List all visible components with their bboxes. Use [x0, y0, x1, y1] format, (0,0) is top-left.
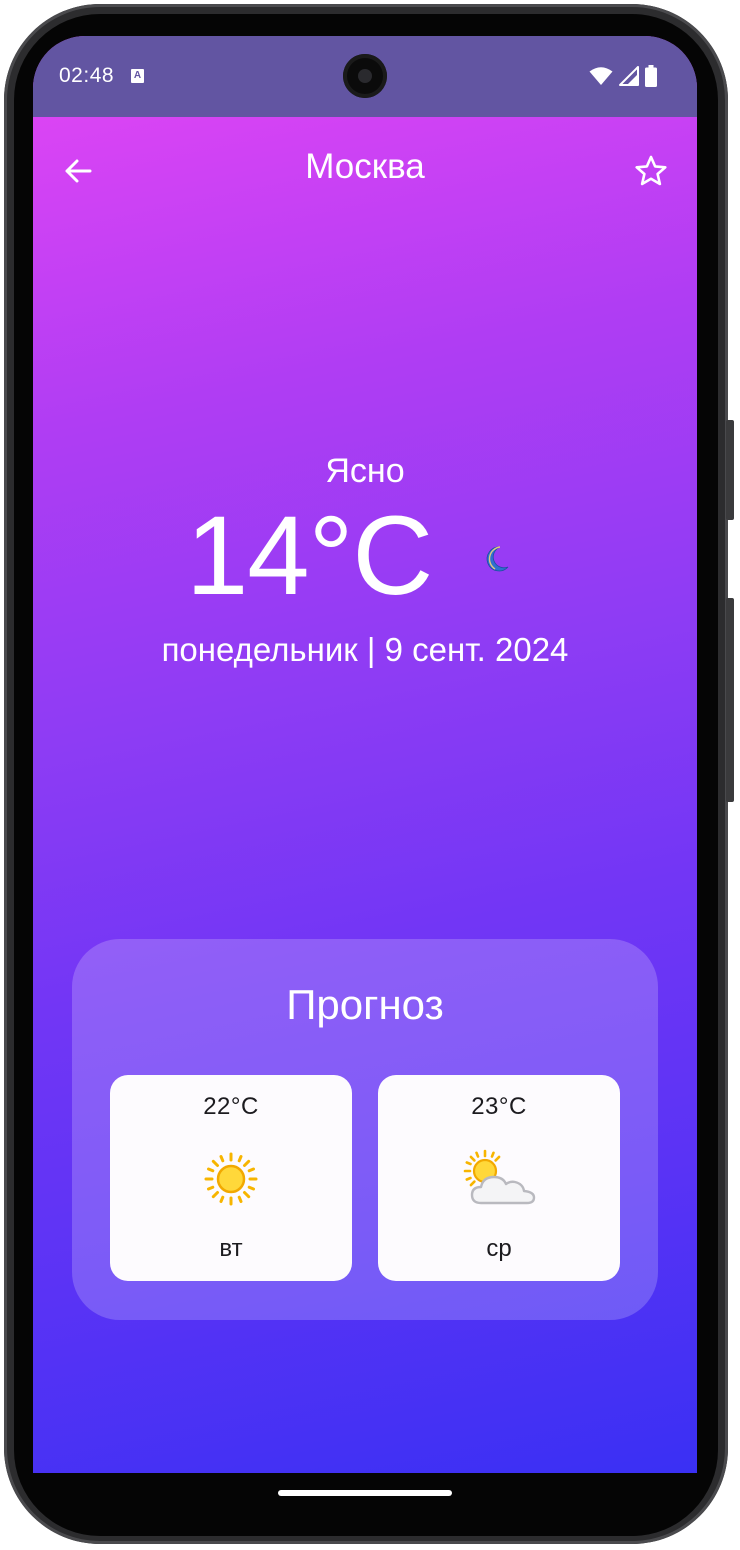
status-icons — [589, 64, 657, 88]
forecast-card-tuesday[interactable]: 22°C вт — [110, 1075, 352, 1281]
cell-signal-icon — [619, 66, 639, 86]
current-date: понедельник | 9 сент. 2024 — [161, 631, 569, 668]
wifi-icon — [589, 67, 613, 85]
crescent-moon-icon — [486, 546, 509, 572]
forecast-temperature: 23°C — [471, 1093, 527, 1120]
forecast-icon-wrapper — [110, 1149, 352, 1209]
forecast-panel: Прогноз 22°C вт 23°C ср — [72, 939, 658, 1320]
power-button — [726, 420, 734, 520]
forecast-day: вт — [219, 1235, 243, 1262]
status-time: 02:48 — [59, 64, 115, 87]
current-temperature: 14°C — [186, 493, 433, 618]
weather-condition: Ясно — [325, 452, 405, 490]
forecast-temperature: 22°C — [203, 1093, 259, 1120]
top-app-bar: Москва — [33, 117, 697, 221]
sun-behind-cloud-icon — [463, 1149, 536, 1205]
forecast-day: ср — [486, 1235, 512, 1262]
favorite-button[interactable] — [629, 149, 673, 193]
app-screen: 02:48 A Москва Ясно 14°C понедельник | 9… — [33, 36, 697, 1473]
home-gesture-handle[interactable] — [278, 1490, 452, 1496]
sun-icon — [204, 1152, 258, 1206]
front-camera — [343, 54, 387, 98]
star-outline-icon — [635, 155, 667, 186]
forecast-title: Прогноз — [286, 981, 444, 1028]
city-title: Москва — [305, 147, 425, 186]
forecast-card-wednesday[interactable]: 23°C ср — [378, 1075, 620, 1281]
battery-icon — [645, 65, 657, 87]
phone-device: 02:48 A Москва Ясно 14°C понедельник | 9… — [0, 0, 740, 1550]
forecast-icon-wrapper — [378, 1149, 620, 1209]
status-bar: 02:48 A — [33, 36, 697, 117]
notification-icon: A — [131, 69, 144, 83]
system-nav-bar — [33, 1473, 697, 1533]
volume-button — [726, 598, 734, 802]
